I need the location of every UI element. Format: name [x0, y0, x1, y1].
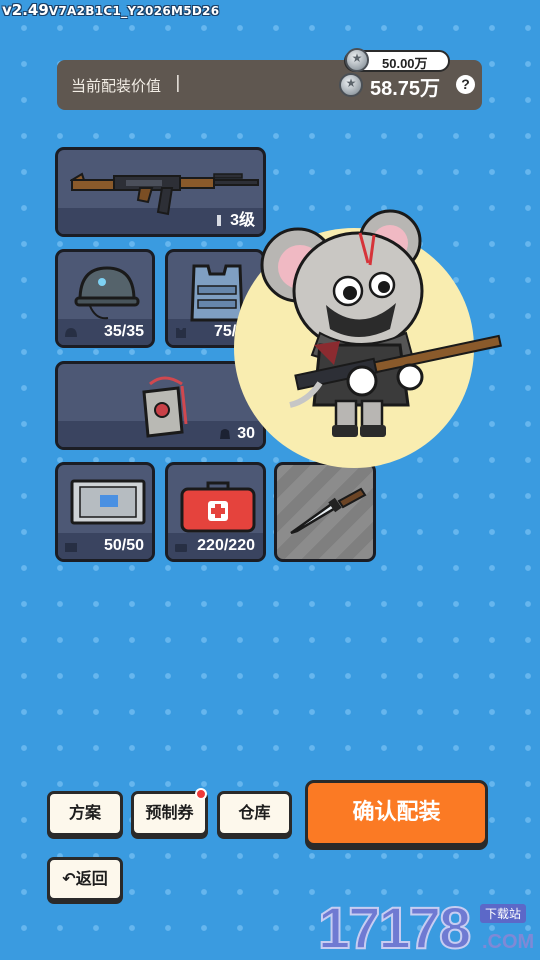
mouse-character-image: [260, 209, 502, 437]
watermark-tag: 下载站: [480, 904, 527, 923]
melee-slot[interactable]: [274, 462, 376, 562]
armor-plate-icon: [70, 479, 146, 525]
confirm-loadout-button[interactable]: 确认配装: [305, 780, 488, 846]
armor-plate-slot[interactable]: 50/50: [55, 462, 155, 562]
backpack-slot[interactable]: 30: [55, 361, 266, 450]
loadout-value-label: 当前配装价值: [71, 77, 162, 95]
version-main: v2.49: [2, 1, 49, 19]
weapon-slot[interactable]: 3级: [55, 147, 266, 237]
backpack-small-icon: [220, 429, 230, 439]
plan-button[interactable]: 方案: [47, 791, 123, 836]
warehouse-button[interactable]: 仓库: [217, 791, 292, 836]
helmet-durability: 35/35: [103, 323, 144, 340]
silver-coin-icon: [339, 73, 363, 97]
armor-small-icon: [176, 328, 186, 338]
budget-value: 50.00万: [382, 56, 428, 71]
helmet-small-icon: [65, 328, 77, 337]
medkit-count: 220/220: [197, 537, 255, 554]
knife-icon: [290, 487, 367, 535]
helmet-slot[interactable]: 35/35: [55, 249, 155, 348]
bullet-icon: [217, 215, 221, 226]
back-button[interactable]: ↶返回: [47, 857, 123, 901]
medkit-slot[interactable]: 220/220: [165, 462, 266, 562]
back-label: 返回: [75, 869, 108, 888]
value-cursor: |: [175, 73, 181, 93]
helmet-icon: [74, 266, 140, 320]
watermark-domain: .COM: [482, 931, 535, 953]
help-icon[interactable]: ?: [456, 75, 475, 94]
backpack-icon: [142, 376, 188, 438]
silver-coin-icon: [345, 48, 369, 72]
watermark-number: 17178: [317, 895, 472, 960]
armor-plate-count: 50/50: [103, 537, 144, 554]
version-label: v2.49V7A2B1C1_Y2026M5D26: [2, 1, 219, 19]
version-build: V7A2B1C1_Y2026M5D26: [48, 4, 220, 18]
notification-dot: [195, 788, 207, 800]
medkit-icon: [180, 481, 256, 533]
back-icon: ↶: [62, 869, 76, 888]
medkit-small-icon: [175, 544, 187, 552]
plate-small-icon: [65, 543, 77, 552]
site-watermark: 17178: [317, 895, 472, 960]
current-value: 58.75万: [370, 78, 441, 100]
